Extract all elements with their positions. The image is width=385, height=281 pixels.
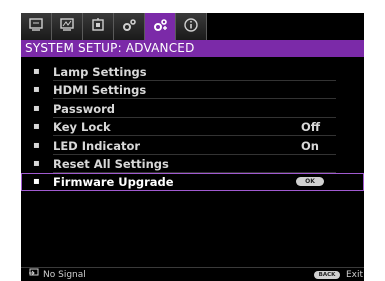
ok-button[interactable]: OK	[296, 177, 324, 187]
gear-icon	[121, 17, 137, 36]
section-title: SYSTEM SETUP: ADVANCED	[21, 40, 364, 57]
bullet-icon: ▪	[33, 121, 40, 133]
bullet-icon: ▪	[33, 176, 40, 188]
menu-item-label: LED Indicator	[53, 138, 141, 153]
menu-item-firmware-upgrade[interactable]: ▪ Firmware Upgrade OK	[21, 173, 364, 192]
picture-settings-icon	[59, 17, 75, 36]
tab-source[interactable]	[83, 13, 114, 40]
tab-display[interactable]	[21, 13, 52, 40]
menu-item-label: HDMI Settings	[53, 83, 147, 98]
menu-item-label: Lamp Settings	[53, 65, 147, 79]
display-icon	[28, 17, 44, 36]
projector-osd-menu: SYSTEM SETUP: ADVANCED ▪ Lamp Settings ▪…	[21, 13, 364, 281]
bullet-icon: ▪	[33, 157, 40, 169]
led-indicator-value: On	[301, 138, 319, 153]
menu-item-reset-all-settings[interactable]: ▪ Reset All Settings	[21, 155, 364, 173]
gears-plus-icon	[152, 17, 168, 36]
bullet-icon: ▪	[33, 66, 40, 77]
status-bar: No Signal BACK Exit	[21, 267, 364, 281]
menu-item-led-indicator[interactable]: ▪ LED Indicator On	[21, 137, 364, 155]
tab-picture[interactable]	[52, 13, 83, 40]
source-input-icon	[29, 268, 40, 281]
menu-item-label: Firmware Upgrade	[53, 175, 174, 190]
menu-item-lamp-settings[interactable]: ▪ Lamp Settings	[21, 63, 364, 81]
bullet-icon: ▪	[33, 102, 40, 114]
menu-item-label: Password	[53, 101, 115, 116]
source-icon	[90, 17, 106, 36]
back-button[interactable]: BACK	[314, 271, 340, 279]
key-lock-value: Off	[301, 120, 321, 135]
bullet-icon: ▪	[33, 84, 40, 96]
menu-list: ▪ Lamp Settings ▪ HDMI Settings ▪ Passwo…	[21, 63, 364, 192]
menu-item-key-lock[interactable]: ▪ Key Lock Off	[21, 118, 364, 137]
menu-item-label: Key Lock	[53, 120, 111, 135]
tab-system-setup-basic[interactable]	[114, 13, 145, 40]
menu-item-hdmi-settings[interactable]: ▪ HDMI Settings	[21, 81, 364, 100]
source-status-text: No Signal	[43, 270, 86, 280]
menu-tab-bar	[21, 13, 364, 41]
bullet-icon: ▪	[33, 139, 40, 151]
tab-system-setup-advanced[interactable]	[145, 13, 176, 40]
information-icon	[183, 17, 199, 36]
tab-information[interactable]	[176, 13, 207, 40]
menu-item-label: Reset All Settings	[53, 156, 169, 171]
menu-item-password[interactable]: ▪ Password	[21, 100, 364, 118]
exit-label: Exit	[346, 270, 364, 280]
